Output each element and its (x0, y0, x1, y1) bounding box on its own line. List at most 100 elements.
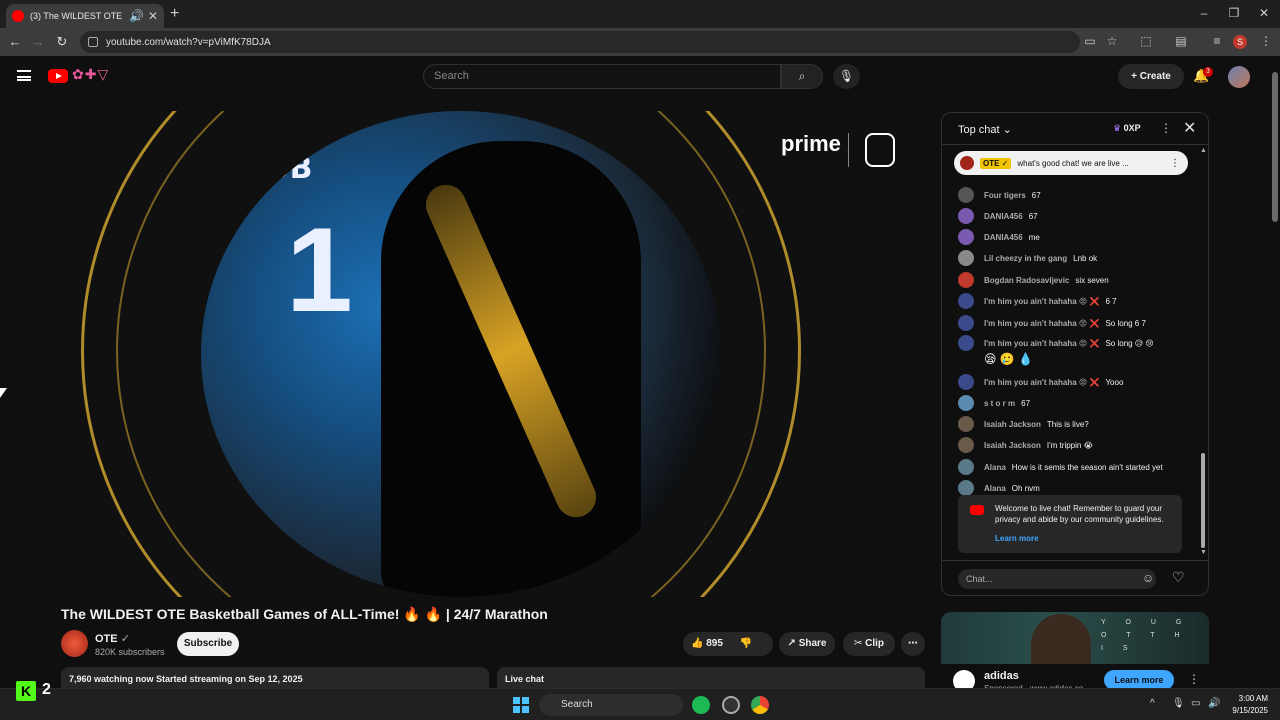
media-icon[interactable]: ≡ (1209, 34, 1225, 48)
chat-scrollbar[interactable] (1201, 453, 1205, 548)
clip-button[interactable]: ✂ Clip (843, 632, 895, 656)
chat-message[interactable]: I'm him you ain't hahaha 😡 ❌ So long 6 7 (958, 315, 1146, 331)
audio-icon[interactable]: 🔊 (129, 9, 144, 23)
windows-start-icon[interactable] (513, 697, 529, 713)
chat-avatar[interactable] (958, 335, 974, 351)
xp-badge[interactable]: ♛ 0XP (1113, 123, 1141, 134)
chat-author[interactable]: Alana (984, 463, 1006, 472)
chat-avatar[interactable] (958, 187, 974, 203)
chat-message[interactable]: Lil cheezy in the gang Lnb ok (958, 250, 1097, 266)
profile-icon[interactable]: S (1233, 35, 1247, 49)
mic-tray-icon[interactable]: 🎙 (1172, 698, 1185, 709)
chat-message[interactable]: I'm him you ain't hahaha 😡 ❌ 6 7 (958, 293, 1117, 309)
window-close-icon[interactable]: ✕ (1256, 6, 1272, 20)
monitor-tray-icon[interactable]: ▭ (1191, 698, 1200, 709)
more-actions-button[interactable]: ⋯ (901, 632, 925, 656)
chat-message[interactable]: Alana How is it semis the season ain't st… (958, 459, 1163, 475)
reload-icon[interactable]: ↻ (54, 34, 70, 50)
chat-avatar[interactable] (958, 395, 974, 411)
youtube-doodle-icon[interactable]: ✿✚▽ (72, 66, 109, 83)
chat-avatar[interactable] (958, 459, 974, 475)
taskbar-clock[interactable]: 3:00 AM 9/15/2025 (1224, 693, 1268, 717)
chat-avatar[interactable] (958, 480, 974, 496)
chat-message[interactable]: Four tigers 67 (958, 187, 1041, 203)
address-bar[interactable]: youtube.com/watch?v=pViMfK78DJA (80, 31, 1080, 53)
chat-avatar[interactable] (958, 250, 974, 266)
chat-message[interactable]: Isaiah Jackson This is live? (958, 416, 1089, 432)
chat-more-icon[interactable]: ⋮ (1160, 121, 1172, 135)
like-button[interactable]: 👍 895 (691, 638, 723, 649)
cast-icon[interactable]: ▭ (1082, 34, 1098, 48)
chat-author[interactable]: Alana (984, 484, 1006, 493)
chat-avatar[interactable] (958, 208, 974, 224)
chat-input[interactable]: Chat... (958, 569, 1156, 589)
search-button[interactable]: ⌕ (781, 64, 823, 89)
chat-avatar[interactable] (958, 315, 974, 331)
chat-avatar[interactable] (958, 272, 974, 288)
voice-search-icon[interactable]: 🎙 (833, 64, 860, 89)
chat-author[interactable]: I'm him you ain't hahaha 😡 ❌ (984, 319, 1099, 328)
taskbar-search[interactable]: Search (539, 694, 683, 716)
spotify-icon[interactable] (692, 696, 710, 714)
forward-icon[interactable]: → (30, 34, 46, 49)
chat-author[interactable]: DANIA456 (984, 233, 1023, 242)
chat-author[interactable]: Lil cheezy in the gang (984, 254, 1067, 263)
search-input[interactable]: Search (423, 64, 781, 89)
pinned-more-icon[interactable]: ⋮ (1170, 158, 1180, 169)
chat-avatar[interactable] (958, 293, 974, 309)
ad-banner-image[interactable]: Y O U G O T T H I S (941, 612, 1209, 664)
chat-message[interactable]: 😪 🥲 💧 (984, 352, 1033, 366)
chat-author[interactable]: I'm him you ain't hahaha 😡 ❌ (984, 339, 1099, 348)
chat-avatar[interactable] (958, 229, 974, 245)
scroll-down-icon[interactable]: ▼ (1200, 549, 1207, 556)
channel-avatar[interactable] (61, 630, 88, 657)
chat-avatar[interactable] (958, 416, 974, 432)
heart-icon[interactable]: ♡ (1172, 569, 1185, 586)
ad-learn-more-button[interactable]: Learn more (1104, 670, 1174, 690)
sidepanel-icon[interactable]: ▤ (1173, 34, 1189, 48)
tray-expand-icon[interactable]: ^ (1150, 698, 1155, 709)
new-tab-icon[interactable]: + (170, 5, 179, 23)
emoji-icon[interactable]: ☺ (1142, 571, 1154, 585)
browser-tab[interactable]: (3) The WILDEST OTE Basketball 🔊 ✕ (6, 4, 164, 28)
scroll-up-icon[interactable]: ▲ (1200, 147, 1207, 154)
learn-more-link[interactable]: Learn more (995, 533, 1174, 544)
youtube-logo-icon[interactable] (48, 69, 68, 83)
extensions-icon[interactable]: ⬚ (1138, 34, 1154, 48)
share-button[interactable]: ↗ Share (779, 632, 835, 656)
chat-author[interactable]: Four tigers (984, 191, 1026, 200)
chat-message[interactable]: DANIA456 me (958, 229, 1040, 245)
subscribe-button[interactable]: Subscribe (177, 632, 239, 656)
site-info-icon[interactable] (88, 37, 98, 47)
chat-author[interactable]: DANIA456 (984, 212, 1023, 221)
back-icon[interactable]: ← (7, 34, 23, 49)
chat-message[interactable]: Isaiah Jackson I'm trippin 😭 (958, 437, 1093, 453)
chat-author[interactable]: I'm him you ain't hahaha 😡 ❌ (984, 378, 1099, 387)
chat-author[interactable]: Bogdan Radosavljevic (984, 276, 1069, 285)
pinned-message[interactable]: OTE ✓ what's good chat! we are live ... … (954, 151, 1188, 175)
chat-message[interactable]: s t o r m 67 (958, 395, 1030, 411)
volume-tray-icon[interactable]: 🔊 (1208, 698, 1220, 709)
chat-message[interactable]: I'm him you ain't hahaha 😡 ❌ So long 😥 😢 (958, 335, 1154, 351)
create-button[interactable]: + Create (1118, 64, 1184, 89)
bookmark-star-icon[interactable]: ☆ (1104, 34, 1120, 48)
hamburger-menu-icon[interactable] (17, 70, 31, 81)
chat-author[interactable]: s t o r m (984, 399, 1015, 408)
tab-close-icon[interactable]: ✕ (148, 9, 158, 23)
chat-avatar[interactable] (958, 437, 974, 453)
page-scrollbar[interactable] (1272, 72, 1278, 222)
channel-name[interactable]: OTE ✓ (95, 632, 130, 645)
chat-close-icon[interactable]: ✕ (1183, 118, 1196, 138)
chrome-icon[interactable] (751, 696, 769, 714)
browser-menu-icon[interactable]: ⋮ (1258, 34, 1274, 48)
chat-author[interactable]: Isaiah Jackson (984, 420, 1041, 429)
sidebar-ad[interactable]: Y O U G O T T H I S adidas Sponsored · w… (941, 612, 1209, 692)
chat-message[interactable]: DANIA456 67 (958, 208, 1038, 224)
chat-author[interactable]: Isaiah Jackson (984, 441, 1041, 450)
minimize-icon[interactable]: – (1196, 6, 1212, 20)
chat-author[interactable]: I'm him you ain't hahaha 😡 ❌ (984, 297, 1099, 306)
account-avatar[interactable] (1228, 66, 1250, 88)
chat-message[interactable]: Bogdan Radosavljevic six seven (958, 272, 1109, 288)
ad-more-icon[interactable]: ⋮ (1188, 672, 1200, 686)
chat-avatar[interactable] (958, 374, 974, 390)
